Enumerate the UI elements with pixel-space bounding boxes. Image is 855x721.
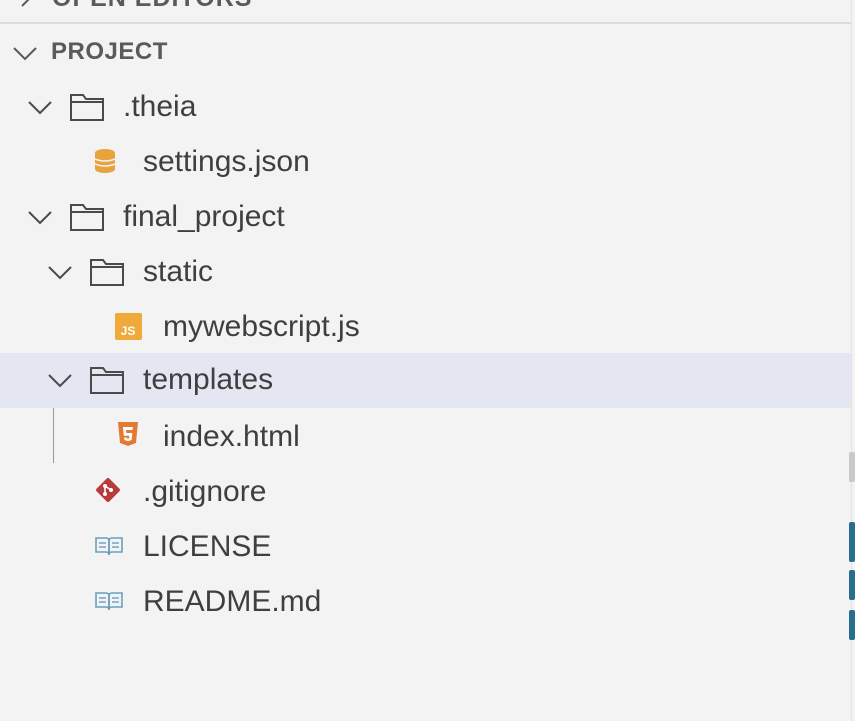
chevron-down-icon [48,266,72,280]
tree-item-settings-json[interactable]: settings.json [0,135,851,190]
tree-item-label: final_project [123,200,285,233]
tree-item-static-folder[interactable]: static [0,245,851,300]
tree-item-label: .theia [123,90,197,123]
tree-item-label: index.html [163,420,300,453]
tree-item-license[interactable]: LICENSE [0,520,851,575]
svg-text:JS: JS [121,324,136,338]
tree-item-mywebscript-js[interactable]: JS mywebscript.js [0,300,851,355]
folder-icon [90,367,124,394]
editor-edge-mark [849,570,855,600]
tree-item-label: settings.json [143,145,310,178]
tree-item-final-project-folder[interactable]: final_project [0,190,851,245]
folder-icon [90,259,124,286]
editor-edge-mark [849,610,855,640]
tree-item-gitignore[interactable]: .gitignore [0,465,851,520]
book-icon [95,592,123,611]
json-settings-icon [94,149,116,173]
folder-icon [70,94,104,121]
project-section-header[interactable]: PROJECT [0,26,851,78]
tree-item-templates-folder[interactable]: templates [0,353,851,408]
chevron-right-icon [21,0,30,7]
book-icon [95,537,123,556]
tree-item-readme-md[interactable]: README.md [0,575,851,630]
tree-item-label: LICENSE [143,530,272,563]
tree-item-index-html[interactable]: index.html [0,410,851,465]
git-icon [96,478,120,502]
tree-item-label: templates [143,363,274,396]
editor-edge-mark [849,522,855,562]
tree-item-theia-folder[interactable]: .theia [0,80,851,135]
open-editors-header[interactable]: OPEN EDITORS [0,0,851,24]
javascript-file-icon: JS [115,313,142,340]
folder-icon [70,204,104,231]
editor-edge-mark [849,452,855,482]
html5-file-icon [118,422,138,446]
tree-item-label: .gitignore [143,475,267,508]
chevron-down-icon [28,101,52,115]
tree-item-label: mywebscript.js [163,310,360,343]
chevron-down-icon [48,374,72,388]
section-title: PROJECT [51,38,168,65]
open-editors-label: OPEN EDITORS [52,0,252,13]
tree-item-label: README.md [143,585,322,618]
chevron-down-icon [13,47,37,61]
chevron-down-icon [28,211,52,225]
tree-item-label: static [143,255,214,288]
